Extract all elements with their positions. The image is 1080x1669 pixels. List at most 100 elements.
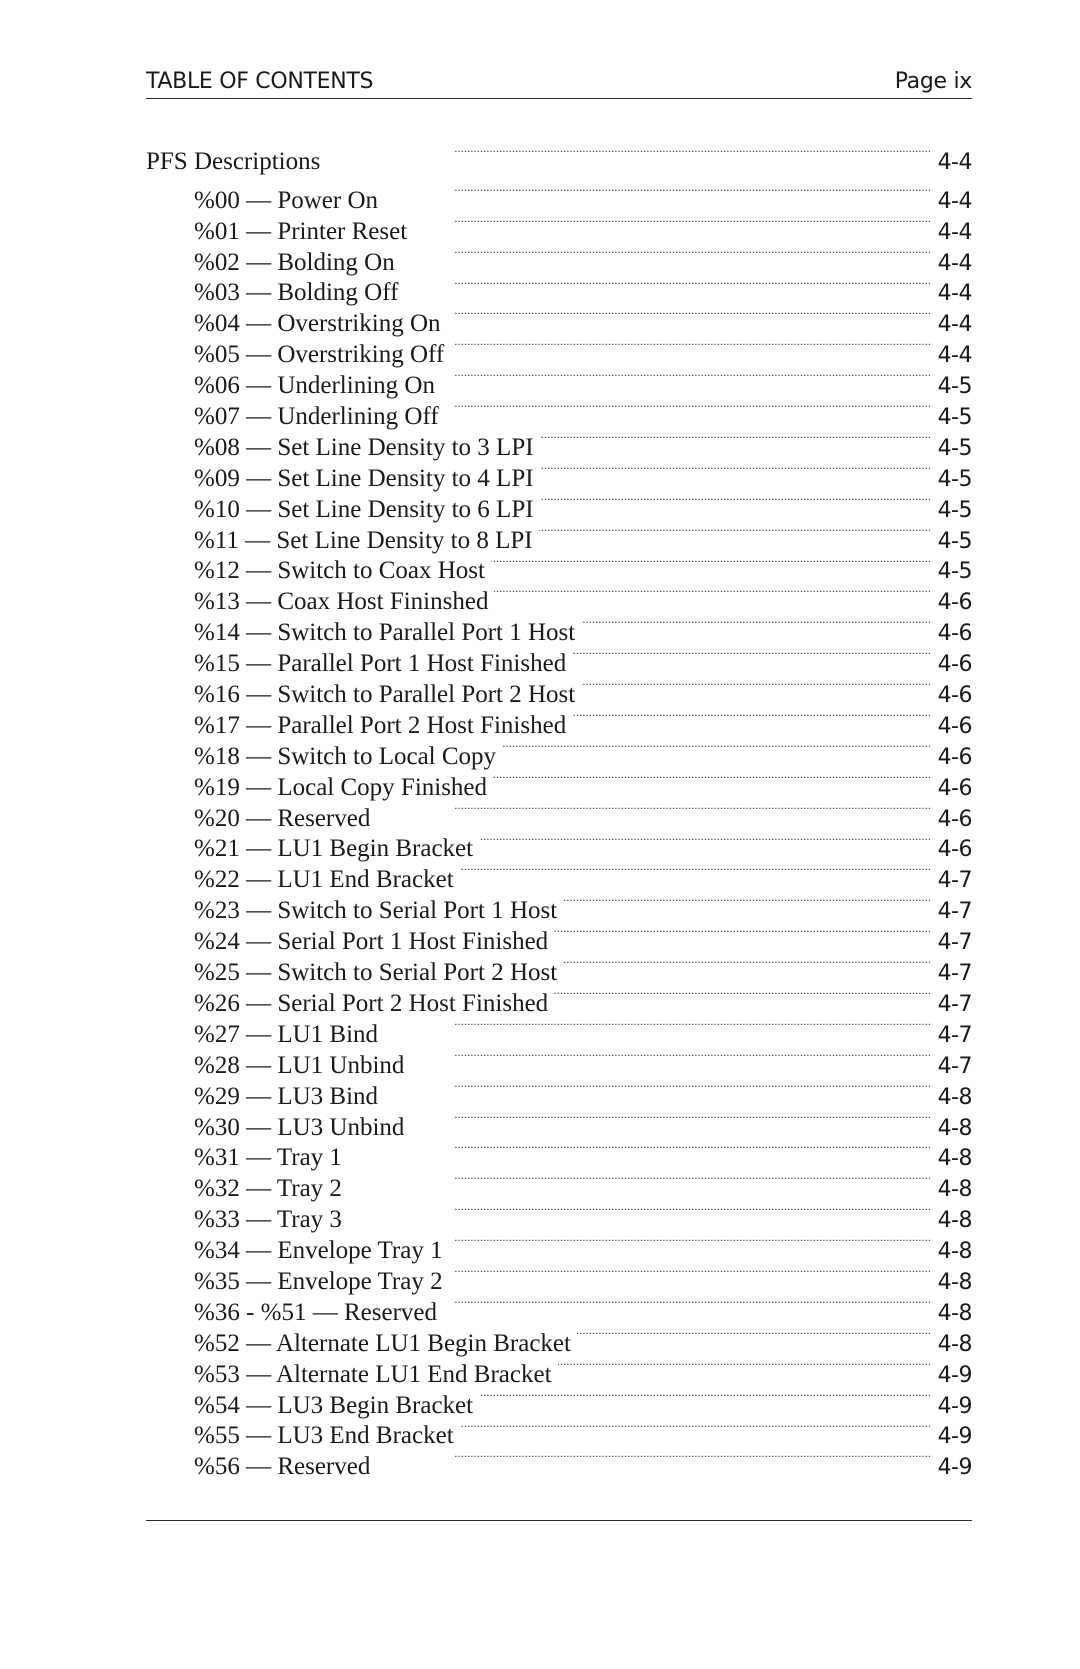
dot-leader [376,795,929,826]
toc-entry-page: 4-5 [937,405,973,431]
toc-entry-label: %28 — LU1 Unbind [194,1051,405,1079]
dot-leader [540,424,930,455]
toc-entry-page: 4-6 [937,837,973,863]
toc-entry-page: 4-4 [937,149,973,175]
toc-entry-page: 4-6 [937,652,973,678]
toc-entry-page: 4-5 [937,497,973,523]
toc-entry-label: %35 — Envelope Tray 2 [194,1267,443,1295]
dot-leader [540,486,930,517]
dot-leader [563,949,929,980]
dot-leader [449,1227,930,1258]
dot-leader [348,1165,930,1196]
toc-entry-label: %33 — Tray 3 [194,1206,342,1234]
toc-entry-page: 4-4 [937,250,973,276]
toc-entry-page: 4-8 [937,1208,973,1234]
dot-leader [554,980,929,1011]
toc-entry-label: %03 — Bolding Off [194,279,399,307]
dot-leader [384,1011,930,1042]
dot-leader [401,239,930,270]
toc-entry-page: 4-4 [937,312,973,338]
dot-leader [410,1042,929,1073]
toc-entry-page: 4-6 [937,744,973,770]
header-title: TABLE OF CONTENTS [146,69,374,94]
dot-leader [447,300,930,331]
toc-entry-page: 4-6 [937,806,973,832]
toc-entry-page: 4-8 [937,1269,973,1295]
toc-section-entry[interactable]: PFS Descriptions 4-4 [146,138,973,175]
dot-leader [460,1413,930,1444]
dot-leader [558,1351,930,1382]
toc-entry-label: %08 — Set Line Density to 3 LPI [194,433,534,461]
toc-entry-label: %34 — Envelope Tray 1 [194,1237,443,1265]
dot-leader [479,826,929,857]
toc-entry-page: 4-9 [937,1393,973,1419]
footer-rule [146,1520,972,1521]
toc-entry-page: 4-5 [937,435,973,461]
toc-entry-page: 4-7 [937,1053,973,1079]
toc-entry-label: %05 — Overstriking Off [194,341,445,369]
toc-entry-page: 4-8 [937,1146,973,1172]
toc-entry-label: %29 — LU3 Bind [194,1082,379,1110]
toc-entry-page: 4-7 [937,899,973,925]
toc-entry-page: 4-9 [937,1455,973,1481]
dot-leader [502,733,930,764]
toc-entry-label: %10 — Set Line Density to 6 LPI [194,495,534,523]
toc-entry-page: 4-8 [937,1331,973,1357]
toc-entry-label: %18 — Switch to Local Copy [194,742,497,770]
toc-entry-label: %54 — LU3 Begin Bracket [194,1391,474,1419]
toc-entry-label: %11 — Set Line Density to 8 LPI [194,526,533,554]
dot-leader [413,208,929,239]
dot-leader [443,1289,930,1320]
toc-entry-label: %20 — Reserved [194,804,371,832]
toc-entry-page: 4-7 [937,1022,973,1048]
table-of-contents: PFS Descriptions 4-4 %00 — Power On4-4%0… [146,138,973,1481]
toc-entry-label: PFS Descriptions [146,147,321,175]
dot-leader [494,578,929,609]
toc-entry[interactable]: %00 — Power On 4-4 [146,177,973,214]
dot-leader [491,548,930,579]
toc-entry-label: %14 — Switch to Parallel Port 1 Host [194,619,576,647]
dot-leader [572,702,929,733]
toc-entry-label: %25 — Switch to Serial Port 2 Host [194,959,558,987]
dot-leader [493,764,930,795]
toc-entry-label: %31 — Tray 1 [194,1144,342,1172]
dot-leader [479,1382,929,1413]
running-header: TABLE OF CONTENTS Page ix [146,64,972,99]
toc-entry-page: 4-5 [937,559,973,585]
toc-entry-page: 4-6 [937,621,973,647]
dot-leader [577,1320,930,1351]
dot-leader [563,887,929,918]
toc-entry-label: %12 — Switch to Coax Host [194,557,485,585]
header-page-number: Page ix [894,69,973,94]
toc-entry-label: %07 — Underlining Off [194,403,439,431]
dot-leader [572,640,929,671]
toc-entry-label: %09 — Set Line Density to 4 LPI [194,464,534,492]
toc-entry-page: 4-6 [937,713,973,739]
toc-entry-label: %56 — Reserved [194,1453,371,1481]
toc-entry-label: %16 — Switch to Parallel Port 2 Host [194,681,576,709]
toc-entry-page: 4-7 [937,930,973,956]
toc-entry-label: %24 — Serial Port 1 Host Finished [194,928,549,956]
dot-leader [539,517,930,548]
toc-entry-page: 4-8 [937,1300,973,1326]
toc-entry-label: %01 — Printer Reset [194,217,408,245]
dot-leader [384,177,930,208]
dot-leader [441,362,930,393]
dot-leader [554,918,929,949]
toc-entry-page: 4-5 [937,374,973,400]
toc-entry-label: %32 — Tray 2 [194,1175,342,1203]
toc-entry-page: 4-4 [937,219,973,245]
toc-entry-page: 4-4 [937,343,973,369]
toc-entry-page: 4-7 [937,868,973,894]
toc-entry-page: 4-8 [937,1115,973,1141]
toc-entry-label: %02 — Bolding On [194,248,395,276]
dot-leader [450,331,929,362]
dot-leader [540,455,930,486]
toc-entry-label: %15 — Parallel Port 1 Host Finished [194,650,567,678]
toc-entry-list: %00 — Power On 4-4 %01 — Printer Reset 4-4%… [146,177,973,1481]
toc-entry-page: 4-6 [937,590,973,616]
toc-entry-page: 4-5 [937,466,973,492]
dot-leader [404,270,929,301]
toc-entry-label: %27 — LU1 Bind [194,1020,379,1048]
toc-entry-label: %36 - %51 — Reserved [194,1298,437,1326]
